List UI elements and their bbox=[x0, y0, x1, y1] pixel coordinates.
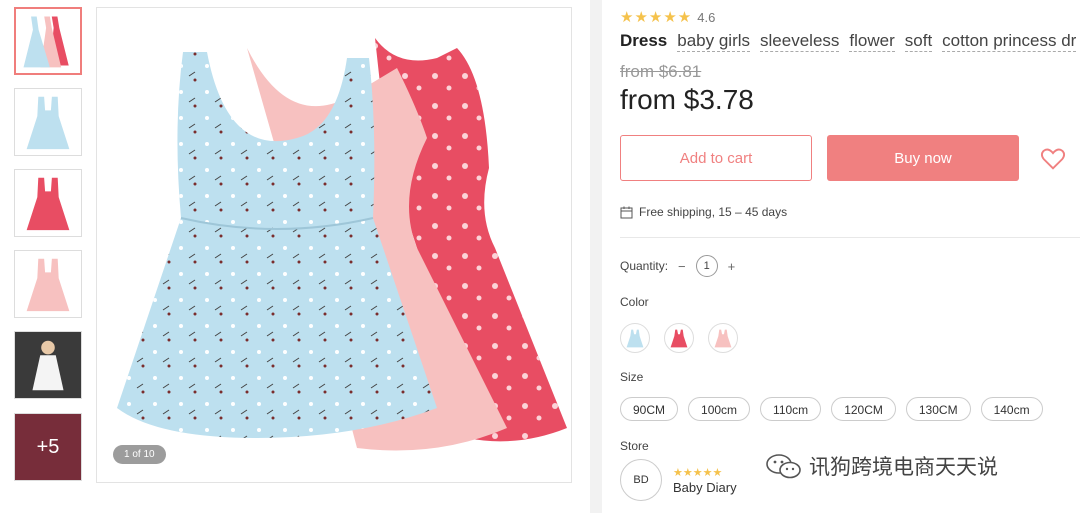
wechat-icon bbox=[766, 454, 801, 479]
shipping-text: Free shipping, 15 – 45 days bbox=[639, 205, 788, 219]
color-swatch-blue[interactable] bbox=[620, 323, 650, 353]
size-option-100cm[interactable]: 100cm bbox=[688, 397, 751, 421]
thumbnail-dresses-trio[interactable] bbox=[14, 7, 82, 75]
shipping-info: Free shipping, 15 – 45 days bbox=[620, 205, 787, 219]
quantity-value[interactable]: 1 bbox=[695, 255, 718, 277]
product-title-tags: Dress baby girls sleeveless flower soft cotto… bbox=[620, 31, 1080, 52]
dresses-illustration bbox=[117, 38, 567, 451]
product-gallery: +5 1 of 10 bbox=[0, 0, 590, 513]
store-label: Store bbox=[620, 439, 649, 453]
main-product-image[interactable]: 1 of 10 bbox=[96, 7, 572, 483]
color-label: Color bbox=[620, 295, 649, 309]
quantity-decrease-button[interactable]: − bbox=[678, 259, 686, 274]
store-rating-stars: ★★★★★ bbox=[673, 467, 723, 479]
heart-icon[interactable] bbox=[1039, 145, 1067, 173]
tag-sleeveless[interactable]: sleeveless bbox=[760, 31, 840, 52]
thumbnail-pink-dress[interactable] bbox=[14, 250, 82, 318]
size-option-120cm[interactable]: 120CM bbox=[831, 397, 896, 421]
size-option-90cm[interactable]: 90CM bbox=[620, 397, 679, 421]
store-name[interactable]: Baby Diary bbox=[673, 480, 737, 495]
tag-baby-girls[interactable]: baby girls bbox=[677, 31, 751, 52]
calendar-icon bbox=[620, 206, 633, 218]
thumbnail-blue-dress[interactable] bbox=[14, 88, 82, 156]
section-divider bbox=[620, 237, 1080, 238]
tag-soft[interactable]: soft bbox=[904, 31, 933, 52]
old-price: from $6.81 bbox=[620, 62, 702, 81]
column-divider bbox=[590, 0, 602, 513]
quantity-label: Quantity: bbox=[620, 259, 669, 273]
store-avatar[interactable]: BD bbox=[620, 459, 662, 501]
thumbnail-more[interactable]: +5 bbox=[14, 413, 82, 481]
rating-row: ★★★★★ 4.6 bbox=[620, 8, 715, 26]
size-label: Size bbox=[620, 370, 644, 384]
add-to-cart-button[interactable]: Add to cart bbox=[620, 135, 812, 181]
size-options: 90CM 100cm 110cm 120CM 130CM 140cm bbox=[620, 397, 1053, 421]
color-swatch-pink[interactable] bbox=[708, 323, 738, 353]
size-option-130cm[interactable]: 130CM bbox=[905, 397, 971, 421]
more-images-count: +5 bbox=[15, 414, 81, 480]
size-option-140cm[interactable]: 140cm bbox=[980, 397, 1043, 421]
tag-dress[interactable]: Dress bbox=[620, 31, 667, 51]
rating-value: 4.6 bbox=[697, 9, 716, 25]
watermark: 讯狗跨境电商天天说 bbox=[765, 451, 998, 481]
tag-flower[interactable]: flower bbox=[849, 31, 895, 52]
current-price: from $3.78 bbox=[620, 84, 754, 115]
quantity-increase-button[interactable]: + bbox=[728, 259, 736, 274]
product-info: ★★★★★ 4.6 Dress baby girls sleeveless flowe… bbox=[620, 0, 1080, 513]
rating-stars: ★★★★★ bbox=[620, 9, 693, 26]
image-counter: 1 of 10 bbox=[113, 445, 166, 464]
tag-cotton-princess[interactable]: cotton princess dr bbox=[942, 31, 1077, 52]
thumbnail-red-dress[interactable] bbox=[14, 169, 82, 237]
quantity-row: Quantity: − 1 + bbox=[620, 255, 745, 277]
thumbnail-model-photo[interactable] bbox=[14, 331, 82, 399]
watermark-text: 讯狗跨境电商天天说 bbox=[809, 455, 998, 479]
color-swatch-red[interactable] bbox=[664, 323, 694, 353]
buy-now-button[interactable]: Buy now bbox=[827, 135, 1019, 181]
size-option-110cm[interactable]: 110cm bbox=[760, 397, 822, 421]
